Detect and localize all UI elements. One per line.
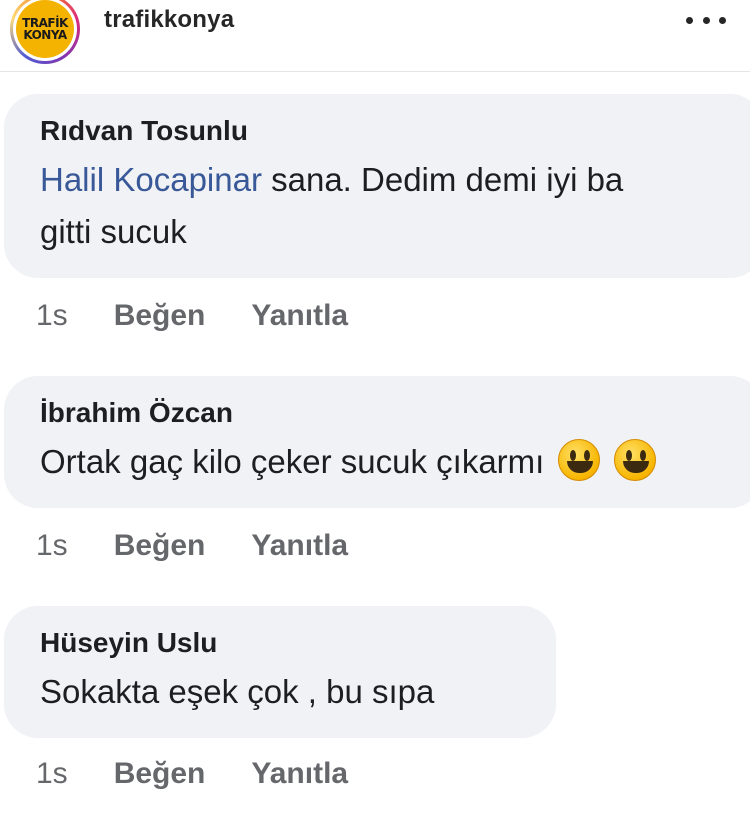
avatar[interactable]: TRAFİK KONYA — [10, 0, 80, 64]
logo-text-line2: KONYA — [23, 28, 67, 42]
comment-time: 1s — [36, 529, 68, 562]
comment-author[interactable]: Rıdvan Tosunlu — [40, 114, 750, 148]
mention-link[interactable]: Halil Kocapinar — [40, 161, 262, 198]
grinning-face-icon — [614, 439, 657, 481]
comment-text-part: sana. Dedim demi iyi ba — [261, 161, 624, 198]
brand-logo: TRAFİK KONYA — [16, 0, 74, 58]
comment-time: 1s — [36, 757, 68, 790]
comment-time: 1s — [36, 299, 68, 332]
post-header: TRAFİK KONYA trafikkonya — [0, 0, 750, 72]
comment-actions: 1s Beğen Yanıtla — [36, 754, 394, 794]
comment-text-part: Ortak gaç kilo çeker sucuk çıkarmı — [40, 443, 545, 480]
reply-button[interactable]: Yanıtla — [251, 757, 348, 791]
comment-text-line2: gitti sucuk — [40, 213, 187, 250]
comment-actions: 1s Beğen Yanıtla — [36, 296, 394, 336]
more-options-icon[interactable] — [686, 10, 726, 30]
reply-button[interactable]: Yanıtla — [251, 299, 348, 333]
comment-bubble: Hüseyin Uslu Sokakta eşek çok , bu sıpa — [4, 606, 556, 738]
comment-text: Sokakta eşek çok , bu sıpa — [40, 673, 435, 710]
reply-button[interactable]: Yanıtla — [251, 529, 348, 563]
username[interactable]: trafikkonya — [104, 6, 234, 34]
comment-actions: 1s Beğen Yanıtla — [36, 526, 394, 566]
like-button[interactable]: Beğen — [114, 757, 206, 791]
comment-bubble: İbrahim Özcan Ortak gaç kilo çeker sucuk… — [4, 376, 750, 508]
comment-text: Halil Kocapinar sana. Dedim demi iyi ba — [40, 154, 750, 206]
comment-text: Ortak gaç kilo çeker sucuk çıkarmı — [40, 436, 750, 488]
like-button[interactable]: Beğen — [114, 529, 206, 563]
grinning-face-icon — [558, 439, 601, 481]
comment-author[interactable]: İbrahim Özcan — [40, 396, 750, 430]
post-comments-screen: TRAFİK KONYA trafikkonya Rıdvan Tosunlu … — [0, 0, 750, 831]
comment-bubble: Rıdvan Tosunlu Halil Kocapinar sana. Ded… — [4, 94, 750, 278]
comment-author[interactable]: Hüseyin Uslu — [40, 626, 556, 660]
like-button[interactable]: Beğen — [114, 299, 206, 333]
